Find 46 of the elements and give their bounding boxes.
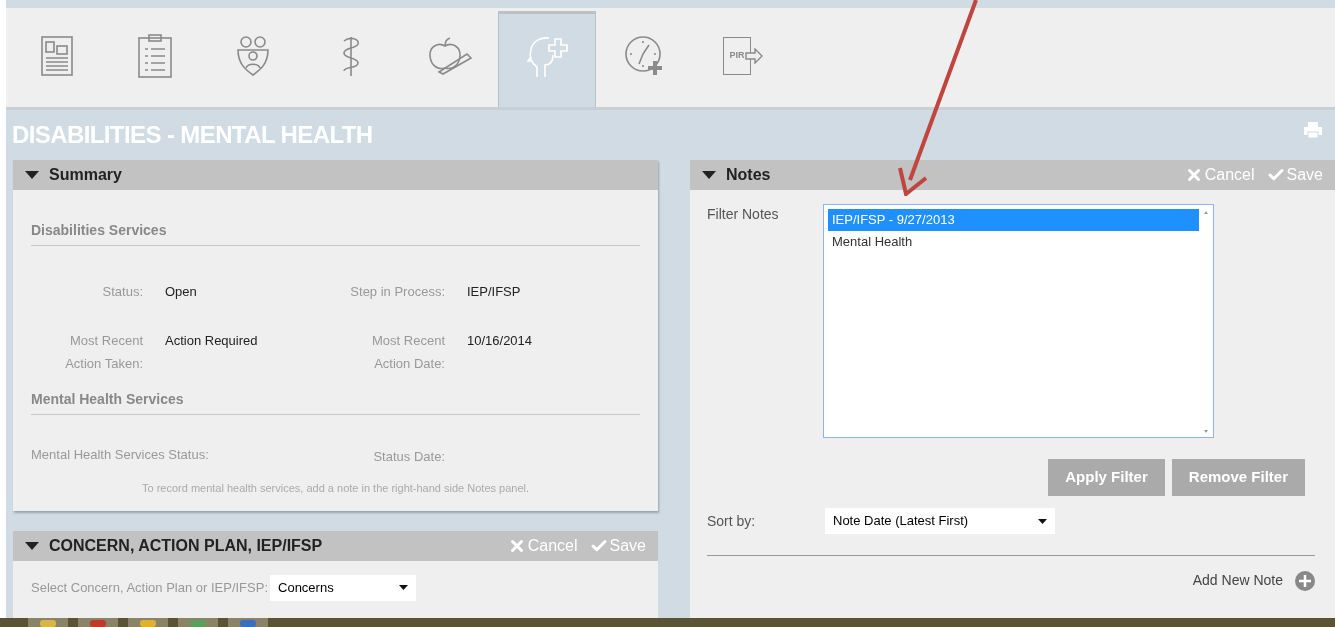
- dropdown-caret-icon: [399, 585, 408, 590]
- add-note-button[interactable]: Add New Note: [1192, 570, 1315, 591]
- dropdown-caret-icon: [1038, 518, 1047, 524]
- panel-header[interactable]: Summary: [13, 160, 658, 190]
- document-icon: PIR: [723, 37, 751, 75]
- taskbar-icon[interactable]: [178, 618, 218, 627]
- field-label: Step in Process:: [349, 283, 445, 301]
- taskbar-icon[interactable]: [128, 618, 168, 627]
- field-label: Most Recent Action Taken:: [64, 332, 143, 373]
- field-label: Most Recent Action Date:: [371, 332, 445, 373]
- field-label: Status Date:: [372, 448, 445, 466]
- taskbar-icon[interactable]: [228, 618, 268, 627]
- sort-label: Sort by:: [707, 511, 757, 531]
- notes-listbox[interactable]: IEP/IFSP - 9/27/2013 Mental Health: [823, 204, 1214, 438]
- taskbar-icon[interactable]: [28, 618, 68, 627]
- taskbar-icon[interactable]: [78, 618, 118, 627]
- field-value: IEP/IFSP: [467, 283, 521, 301]
- collapse-caret-icon[interactable]: [25, 171, 39, 179]
- module-tab[interactable]: [498, 11, 596, 107]
- section-heading: Disabilities Services: [31, 220, 640, 246]
- field-label: Mental Health Services Status:: [31, 446, 209, 464]
- section-heading: Mental Health Services: [31, 389, 640, 415]
- field-value: Action Required: [165, 332, 258, 350]
- head-with-cross-icon: [525, 34, 569, 79]
- print-icon[interactable]: [1303, 122, 1323, 138]
- collapse-caret-icon[interactable]: [702, 171, 716, 179]
- panel-header[interactable]: Notes Cancel Save: [690, 160, 1335, 190]
- panel-header[interactable]: CONCERN, ACTION PLAN, IEP/IFSP Cancel Save: [13, 530, 658, 561]
- profile-card-icon: [41, 36, 73, 76]
- panel-title: Summary: [49, 165, 122, 185]
- concern-select[interactable]: Concerns: [270, 574, 416, 601]
- field-value: Open: [165, 283, 197, 301]
- clipboard-icon: [138, 34, 172, 78]
- field-label: Status:: [101, 283, 143, 301]
- panel-title: CONCERN, ACTION PLAN, IEP/IFSP: [49, 535, 323, 556]
- plus-circle-icon: [1295, 570, 1315, 591]
- collapse-caret-icon[interactable]: [25, 541, 39, 550]
- arrow-icon: [745, 48, 763, 64]
- field-value: 10/16/2014: [467, 332, 533, 350]
- filter-label: Filter Notes: [707, 205, 780, 224]
- panel-title: Notes: [726, 165, 771, 185]
- help-note: To record mental health services, add a note in the right-hand side Notes panel.: [140, 481, 531, 496]
- family-shield-icon: [236, 36, 270, 76]
- sort-select[interactable]: Note Date (Latest First): [825, 508, 1055, 534]
- select-label: Select Concern, Action Plan or IEP/IFSP:: [31, 578, 268, 597]
- list-option[interactable]: Mental Health: [828, 231, 1199, 253]
